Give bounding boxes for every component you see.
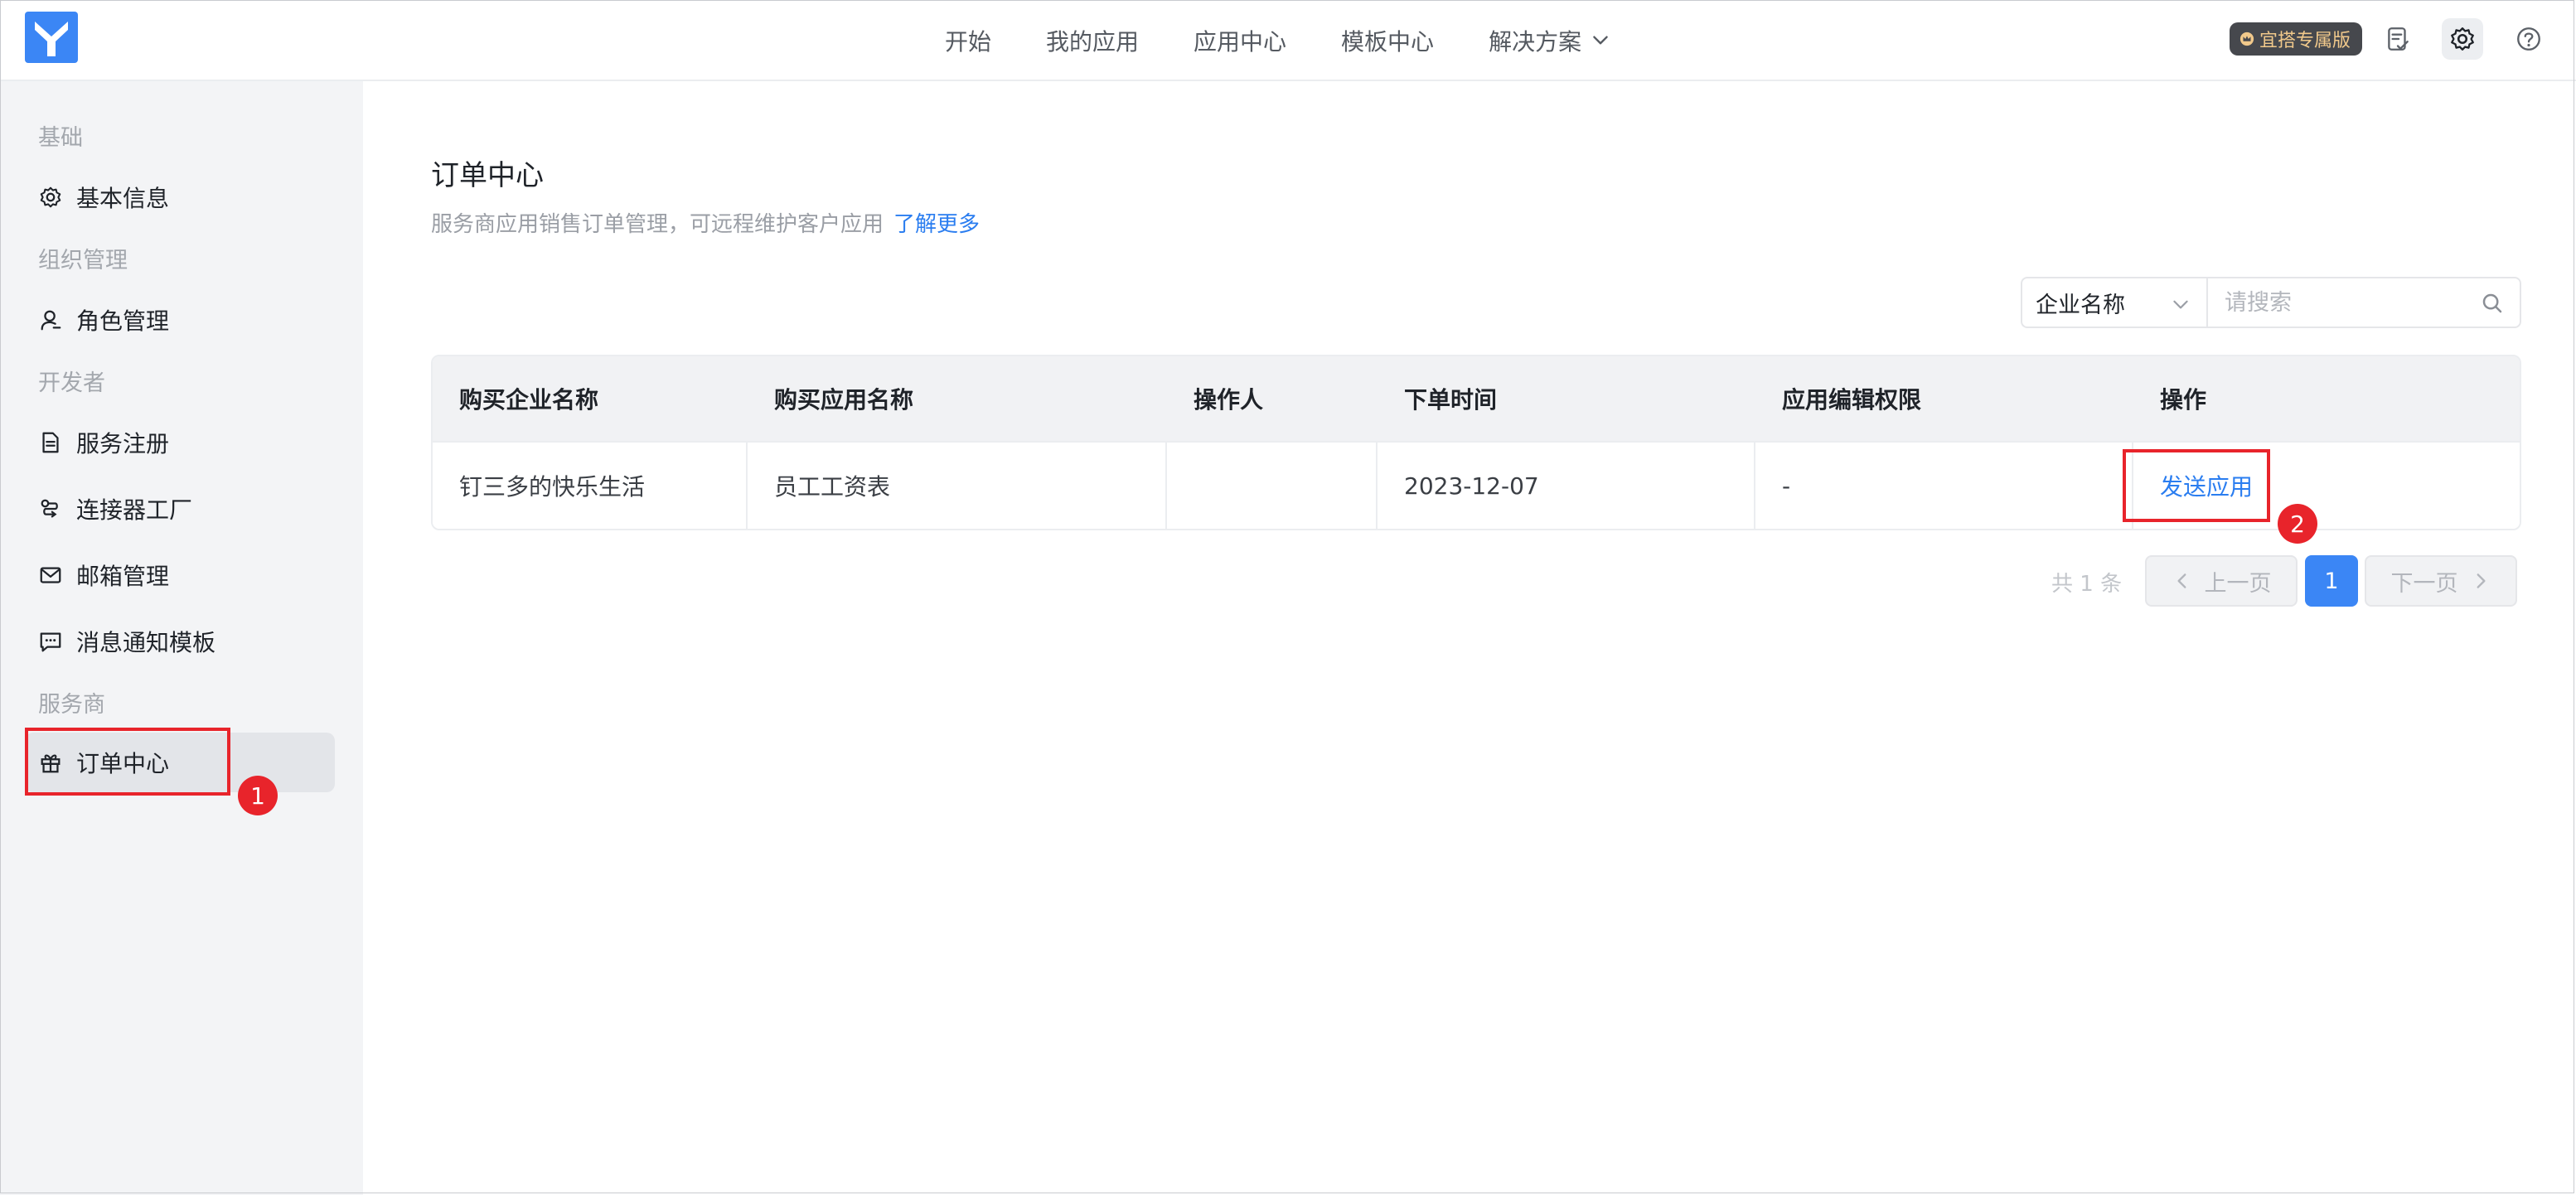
search-icon[interactable] — [2480, 291, 2505, 316]
nav-app-center[interactable]: 应用中心 — [1194, 24, 1286, 57]
filter-field-select[interactable]: 企业名称 — [2021, 277, 2206, 328]
gear-icon — [40, 186, 61, 208]
sidebar-group-developer: 开发者 — [38, 370, 105, 396]
edition-badge[interactable]: 宜搭专属版 — [2230, 22, 2363, 56]
page-number-current[interactable]: 1 — [2305, 555, 2358, 607]
cell-app: 员工工资表 — [748, 443, 1167, 529]
sidebar-item-label: 服务注册 — [76, 430, 170, 457]
sidebar-item-message-template[interactable]: 消息通知模板 — [25, 612, 335, 671]
sidebar-item-label: 角色管理 — [76, 307, 170, 335]
sidebar-item-label: 基本信息 — [76, 185, 170, 212]
help-icon[interactable] — [2508, 18, 2549, 60]
col-header-company: 购买企业名称 — [459, 386, 599, 414]
step-marker-2: 2 — [2278, 504, 2317, 544]
app-logo[interactable] — [25, 12, 78, 63]
step-marker-1: 1 — [238, 776, 278, 815]
sidebar-item-label: 消息通知模板 — [76, 629, 216, 656]
chevron-down-icon — [2173, 300, 2188, 309]
nav-solutions[interactable]: 解决方案 — [1489, 24, 1611, 57]
highlight-box-send-app — [2123, 449, 2270, 522]
nav-template-center[interactable]: 模板中心 — [1341, 24, 1434, 57]
sidebar-group-provider: 服务商 — [38, 692, 105, 718]
mail-icon — [40, 567, 61, 583]
search-box — [2206, 277, 2521, 328]
col-header-app: 购买应用名称 — [774, 386, 914, 414]
chevron-right-icon — [2477, 573, 2486, 588]
sidebar-item-service-registration[interactable]: 服务注册 — [25, 413, 335, 472]
todo-icon[interactable] — [2377, 18, 2419, 60]
cell-order-time: 2023-12-07 — [1378, 443, 1755, 529]
nav-my-apps[interactable]: 我的应用 — [1046, 24, 1139, 57]
chevron-down-icon — [1593, 36, 1608, 45]
sidebar-item-label: 连接器工厂 — [76, 496, 193, 524]
cell-operator — [1167, 443, 1378, 529]
sidebar-item-basic-info[interactable]: 基本信息 — [25, 167, 335, 227]
settings-gear-icon[interactable] — [2442, 18, 2483, 60]
sidebar-item-label: 邮箱管理 — [76, 563, 170, 590]
next-page-button[interactable]: 下一页 — [2365, 555, 2517, 607]
connector-icon — [41, 499, 58, 518]
main-nav: 开始 我的应用 应用中心 模板中心 解决方案 — [945, 0, 1611, 81]
user-icon — [41, 310, 61, 331]
chevron-left-icon — [2177, 573, 2186, 588]
col-header-permission: 应用编辑权限 — [1782, 386, 1922, 414]
col-header-operator: 操作人 — [1194, 386, 1264, 414]
sidebar-group-basic: 基础 — [38, 125, 83, 151]
page-description: 服务商应用销售订单管理，可远程维护客户应用 了解更多 — [431, 212, 981, 237]
sidebar-item-roles[interactable]: 角色管理 — [25, 290, 335, 350]
sidebar: 基础 基本信息 组织管理 角色管理 开发者 服务注册 连接器工厂 邮箱管理 消息… — [0, 81, 363, 1195]
crown-icon — [2239, 31, 2254, 46]
main-card: 订单中心 服务商应用销售订单管理，可远程维护客户应用了解更多 企业名称 购买企业… — [390, 109, 2556, 1195]
sidebar-item-mailbox[interactable]: 邮箱管理 — [25, 545, 335, 605]
prev-page-button[interactable]: 上一页 — [2145, 555, 2298, 607]
learn-more-link[interactable]: 了解更多 — [893, 212, 980, 237]
document-icon — [42, 432, 59, 453]
col-header-action: 操作 — [2160, 386, 2207, 414]
highlight-box-order-center — [25, 728, 230, 796]
page-title: 订单中心 — [431, 159, 544, 192]
sidebar-item-connector-factory[interactable]: 连接器工厂 — [25, 479, 335, 539]
nav-start[interactable]: 开始 — [945, 24, 991, 57]
cell-company: 钉三多的快乐生活 — [433, 443, 748, 529]
table-header: 购买企业名称 购买应用名称 操作人 下单时间 应用编辑权限 操作 — [433, 356, 2520, 441]
col-header-order-time: 下单时间 — [1404, 386, 1498, 414]
cell-permission: - — [1755, 443, 2133, 529]
message-icon — [40, 632, 61, 652]
pagination-total: 共 1 条 — [2051, 571, 2123, 597]
sidebar-group-org: 组织管理 — [38, 248, 128, 273]
search-input[interactable] — [2223, 288, 2475, 317]
top-header: 开始 我的应用 应用中心 模板中心 解决方案 宜搭专属版 — [0, 0, 2576, 81]
